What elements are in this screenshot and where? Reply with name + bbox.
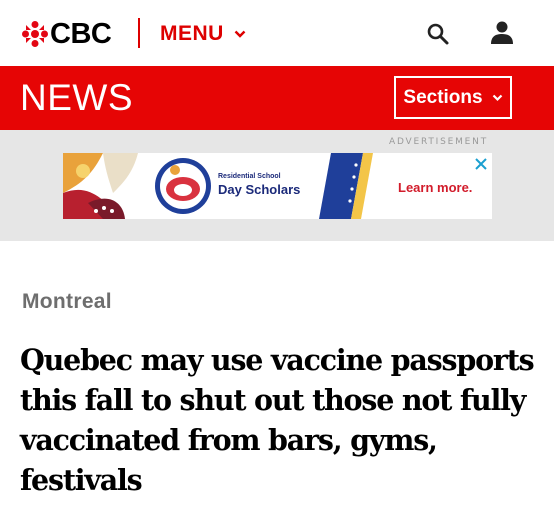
article-headline: Quebec may use vaccine passports this fa…: [20, 343, 535, 497]
top-header: CBC MENU: [0, 0, 554, 66]
cbc-gem-icon: [22, 21, 48, 47]
search-icon[interactable]: [426, 22, 450, 46]
news-title[interactable]: NEWS: [20, 78, 133, 118]
advertisement-label: ADVERTISEMENT: [388, 137, 488, 147]
ad-subtitle: Residential School: [218, 173, 281, 180]
chevron-down-icon: [492, 94, 502, 102]
ad-title: Day Scholars: [218, 182, 301, 197]
ad-learn-more-link[interactable]: Learn more.: [398, 180, 472, 195]
menu-button[interactable]: MENU: [160, 19, 246, 49]
close-icon[interactable]: [472, 155, 490, 173]
sections-label: Sections: [403, 86, 483, 108]
ad-banner[interactable]: Residential School Day Scholars Learn mo…: [63, 153, 492, 219]
sections-button[interactable]: Sections: [394, 76, 512, 119]
news-bar: NEWS Sections: [0, 66, 554, 130]
chevron-down-icon: [234, 30, 246, 38]
menu-label: MENU: [160, 22, 224, 45]
logo-text: CBC: [50, 18, 112, 50]
user-icon[interactable]: [489, 20, 515, 46]
article-category[interactable]: Montreal: [22, 290, 112, 314]
cbc-logo[interactable]: CBC: [22, 18, 112, 50]
advertisement-area: ADVERTISEMENT Residential School Day Sch…: [0, 130, 554, 241]
header-divider: [138, 18, 140, 48]
